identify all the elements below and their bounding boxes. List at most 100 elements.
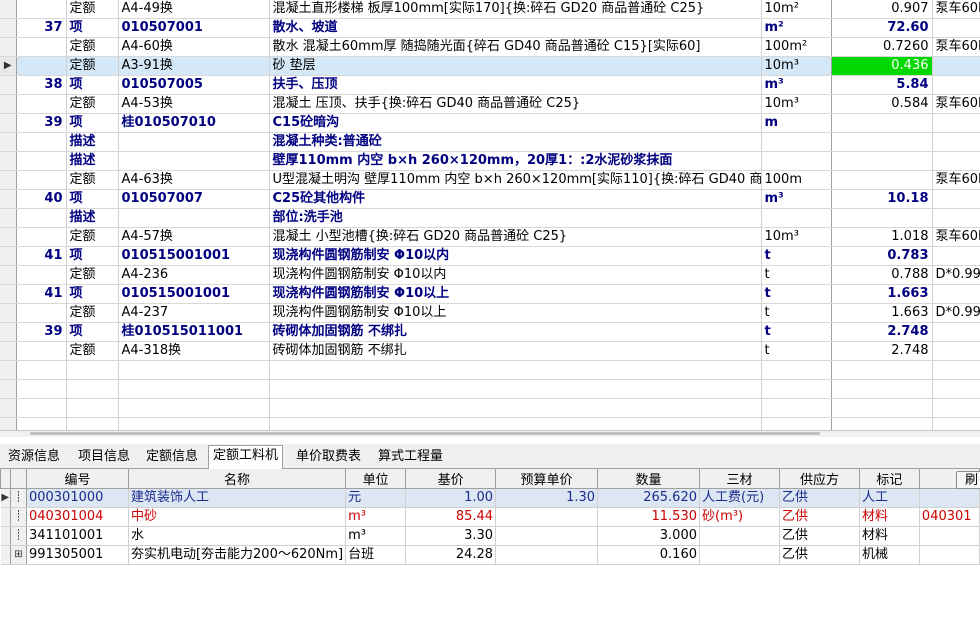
row-unit[interactable] [761, 132, 832, 152]
header-supplier[interactable]: 供应方 [778, 469, 860, 489]
resource-supplier[interactable]: 乙供 [779, 526, 860, 546]
resource-supplier[interactable]: 乙供 [779, 488, 860, 508]
scrollbar-thumb[interactable] [30, 432, 820, 435]
resource-name[interactable]: 建筑装饰人工 [128, 488, 347, 508]
row-quantity[interactable]: 10.18 [831, 189, 933, 209]
resource-supplier[interactable]: 乙供 [779, 507, 860, 527]
row-indicator[interactable] [0, 151, 17, 171]
row-code[interactable]: A4-318换 [118, 341, 270, 361]
row-indicator[interactable] [0, 284, 17, 304]
row-name[interactable]: C25砼其他构件 [269, 189, 762, 209]
row-quantity[interactable]: 72.60 [831, 18, 933, 38]
row-indicator[interactable] [0, 75, 17, 95]
resource-row[interactable]: ┊ 341101001 水 m³ 3.30 3.000 乙供 材料 [0, 526, 980, 546]
row-name[interactable]: 现浇构件圆钢筋制安 Φ10以上 [269, 303, 762, 323]
row-quantity[interactable]: 0.436 [831, 56, 933, 76]
row-name[interactable]: 现浇构件圆钢筋制安 Φ10以上 [269, 284, 762, 304]
header-quantity[interactable]: 数量 [597, 469, 700, 489]
resource-budget-price[interactable] [495, 507, 599, 527]
tab-project-info[interactable]: 项目信息 [74, 447, 134, 467]
row-quantity[interactable] [831, 170, 933, 190]
row-name[interactable]: 砖砌体加固钢筋 不绑扎 [269, 322, 762, 342]
resource-code[interactable]: 040301004 [26, 507, 129, 527]
row-code[interactable]: A4-49换 [118, 0, 270, 19]
row-indicator[interactable] [0, 545, 11, 565]
item-row[interactable]: 37 项 010507001 散水、坡道 m² 72.60 [0, 18, 980, 38]
row-unit[interactable]: 10m³ [761, 227, 832, 247]
resource-quantity[interactable]: 265.620 [597, 488, 700, 508]
row-unit[interactable]: 10m³ [761, 94, 832, 114]
item-row[interactable]: 40 项 010507007 C25砼其他构件 m³ 10.18 [0, 189, 980, 209]
header-three-materials[interactable]: 三材 [699, 469, 780, 489]
row-name[interactable]: C15砼暗沟 [269, 113, 762, 133]
resource-three-materials[interactable]: 砂(m³) [699, 507, 780, 527]
row-code[interactable]: 桂010507010 [118, 113, 270, 133]
resource-mark[interactable]: 人工 [859, 488, 920, 508]
row-unit[interactable]: t [761, 341, 832, 361]
resource-quantity[interactable]: 11.530 [597, 507, 700, 527]
row-code[interactable] [118, 151, 270, 171]
resource-name[interactable]: 中砂 [128, 507, 347, 527]
row-indicator[interactable] [0, 526, 11, 546]
resource-budget-price[interactable]: 1.30 [495, 488, 599, 508]
header-mark[interactable]: 标记 [858, 469, 920, 489]
resource-unit[interactable]: m³ [345, 526, 407, 546]
resource-code[interactable]: 000301000 [26, 488, 129, 508]
quota-row[interactable]: 定额 A4-63换 U型混凝土明沟 壁厚110mm 内空 b×h 260×120mm… [0, 170, 980, 190]
tab-formula-quantity[interactable]: 算式工程量 [374, 447, 447, 467]
row-quantity[interactable]: 1.018 [831, 227, 933, 247]
row-name[interactable]: 现浇构件圆钢筋制安 Φ10以内 [269, 246, 762, 266]
row-name[interactable]: 混凝土 压顶、扶手{换:碎石 GD40 商品普通砼 C25} [269, 94, 762, 114]
item-row[interactable]: 41 项 010515001001 现浇构件圆钢筋制安 Φ10以内 t 0.783 [0, 246, 980, 266]
row-name[interactable]: 混凝土 小型池槽{换:碎石 GD20 商品普通砼 C25} [269, 227, 762, 247]
item-row[interactable]: 39 项桂010507010 C15砼暗沟 m [0, 113, 980, 133]
row-indicator[interactable] [0, 170, 17, 190]
header-budget-price[interactable]: 预算单价 [495, 469, 599, 489]
row-indicator[interactable]: ▶ [0, 488, 11, 508]
quota-row[interactable]: 定额 A4-60换 散水 混凝土60mm厚 随捣随光面{碎石 GD40 商品普通砼 … [0, 37, 980, 57]
resource-base-price[interactable]: 85.44 [405, 507, 497, 527]
quota-row[interactable]: 定额 A4-49换 混凝土直形楼梯 板厚100mm[实际170]{换:碎石 GD20… [0, 0, 980, 19]
row-code[interactable]: 桂010515011001 [118, 322, 270, 342]
row-name[interactable]: 砖砌体加固钢筋 不绑扎 [269, 341, 762, 361]
quota-list-grid[interactable]: 定额 A4-49换 混凝土直形楼梯 板厚100mm[实际170]{换:碎石 GD20… [0, 0, 980, 432]
header-code[interactable]: 编号 [25, 469, 129, 489]
resource-mark[interactable]: 材料 [859, 507, 920, 527]
row-unit[interactable]: t [761, 246, 832, 266]
resource-grid[interactable]: 编号 名称 单位 基价 预算单价 数量 三材 供应方 标记 ▶ ┊ 00030100… [0, 469, 980, 642]
item-row[interactable]: 41 项 010515001001 现浇构件圆钢筋制安 Φ10以上 t 1.663 [0, 284, 980, 304]
row-name[interactable]: 混凝土种类:普通砼 [269, 132, 762, 152]
row-code[interactable]: A4-236 [118, 265, 270, 285]
horizontal-scrollbar[interactable] [0, 430, 980, 437]
row-indicator[interactable] [0, 94, 17, 114]
resource-mark[interactable]: 机械 [859, 545, 920, 565]
resource-row[interactable]: ⊞ 991305001 夯实机电动[夯击能力200～620Nm] 台班 24.28 0.1… [0, 545, 980, 565]
row-unit[interactable]: m³ [761, 189, 832, 209]
row-code[interactable]: 010515001001 [118, 246, 270, 266]
row-name[interactable]: 壁厚110mm 内空 b×h 260×120mm，20厚1：:2水泥砂浆抹面 [269, 151, 762, 171]
item-row[interactable]: 描述 部位:洗手池 [0, 208, 980, 228]
resource-base-price[interactable]: 3.30 [405, 526, 497, 546]
row-name[interactable]: 砂 垫层 [269, 56, 762, 76]
header-unit[interactable]: 单位 [345, 469, 407, 489]
row-quantity[interactable]: 5.84 [831, 75, 933, 95]
quota-row[interactable]: 定额A4-237现浇构件圆钢筋制安 Φ10以上t1.663D*0.999 [0, 303, 980, 323]
row-unit[interactable]: m² [761, 18, 832, 38]
row-indicator[interactable]: ▶ [0, 56, 17, 76]
resource-supplier[interactable]: 乙供 [779, 545, 860, 565]
tab-unit-price-fee[interactable]: 单价取费表 [292, 447, 365, 467]
row-code[interactable]: 010515001001 [118, 284, 270, 304]
row-indicator[interactable] [0, 341, 17, 361]
row-quantity[interactable]: 0.584 [831, 94, 933, 114]
row-indicator[interactable] [0, 227, 17, 247]
resource-three-materials[interactable]: 人工费(元) [699, 488, 780, 508]
row-name[interactable]: 扶手、压顶 [269, 75, 762, 95]
row-unit[interactable]: 10m² [761, 0, 832, 19]
row-indicator[interactable] [0, 303, 17, 323]
row-code[interactable]: 010507007 [118, 189, 270, 209]
row-indicator[interactable] [0, 246, 17, 266]
row-quantity[interactable]: 0.907 [831, 0, 933, 19]
row-indicator[interactable] [0, 322, 17, 342]
row-code[interactable] [118, 208, 270, 228]
resource-row[interactable]: ┊ 040301004 中砂 m³ 85.44 11.530 砂(m³) 乙供 材料 040301 [0, 507, 980, 527]
